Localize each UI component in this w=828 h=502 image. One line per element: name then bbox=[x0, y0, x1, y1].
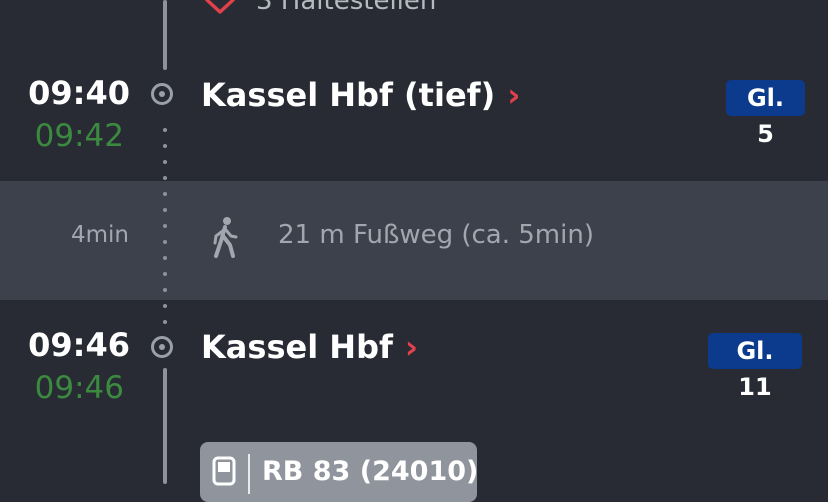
departure-station-name: Kassel Hbf bbox=[201, 328, 393, 366]
stop-marker-icon bbox=[151, 83, 173, 105]
bus-icon bbox=[212, 456, 236, 486]
arrival-platform-badge: Gl. 5 bbox=[726, 80, 805, 148]
arrival-station-name: Kassel Hbf (tief) bbox=[201, 76, 496, 114]
chevron-right-icon: › bbox=[404, 328, 419, 366]
transfer-duration: 4min bbox=[70, 222, 129, 248]
intermediate-stops-toggle[interactable]: 3 Haltestellen bbox=[256, 0, 436, 16]
timeline-line-top bbox=[163, 0, 167, 70]
chevron-down-icon[interactable] bbox=[204, 0, 236, 14]
departure-time-planned: 09:46 bbox=[28, 326, 130, 364]
train-label: RB 83 (24010) bbox=[262, 456, 479, 487]
train-chip[interactable]: RB 83 (24010) bbox=[200, 442, 479, 502]
timeline-line-bottom bbox=[163, 368, 167, 484]
chevron-right-icon: › bbox=[507, 76, 521, 114]
transfer-description: 21 m Fußweg (ca. 5min) bbox=[278, 220, 594, 250]
departure-time-actual: 09:46 bbox=[34, 370, 124, 406]
chip-separator bbox=[248, 454, 250, 494]
stop-marker-icon bbox=[151, 336, 173, 358]
pedestrian-icon bbox=[213, 217, 238, 258]
departure-station-link[interactable]: Kassel Hbf › bbox=[201, 328, 418, 366]
arrival-time-planned: 09:40 bbox=[28, 74, 130, 112]
arrival-time-actual: 09:42 bbox=[34, 118, 124, 154]
arrival-station-link[interactable]: Kassel Hbf (tief) › bbox=[201, 76, 520, 114]
departure-platform-badge: Gl. 11 bbox=[708, 333, 802, 401]
